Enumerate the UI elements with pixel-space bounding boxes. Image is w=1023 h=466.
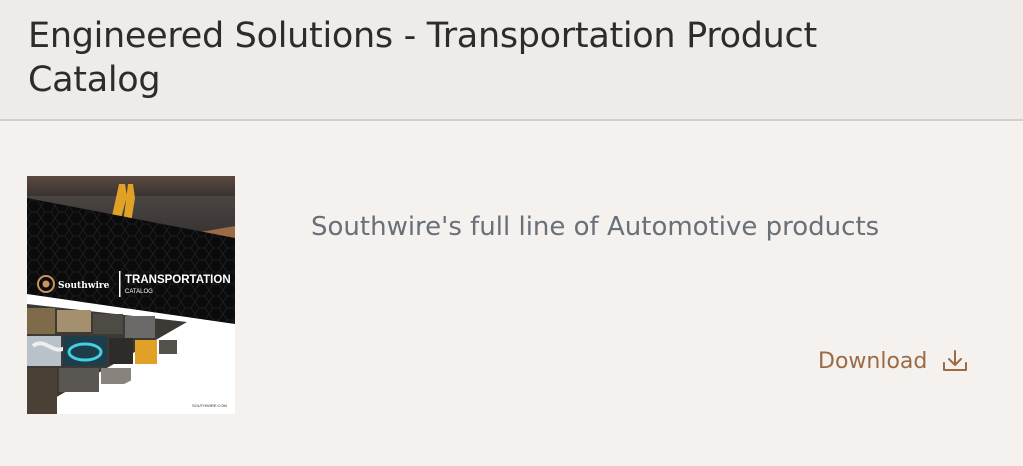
cover-heading-text: TRANSPORTATION [125,274,231,286]
cover-divider [119,271,121,297]
cover-subheading-text: CATALOG [125,289,153,295]
download-label: Download [818,348,928,374]
catalog-cover-thumbnail[interactable]: Southwire TRANSPORTATION CATALOG SOUTHWI… [27,176,235,414]
page-title: Engineered Solutions - Transportation Pr… [28,16,817,100]
catalog-description: Southwire's full line of Automotive prod… [311,212,880,242]
download-button[interactable]: Download [818,343,969,379]
cover-brand-text: Southwire [58,281,110,291]
cover-website-text: SOUTHWIRE.COM [192,403,227,408]
page-header: Engineered Solutions - Transportation Pr… [0,0,1023,121]
catalog-page: Engineered Solutions - Transportation Pr… [0,0,1023,466]
download-icon [943,350,968,371]
